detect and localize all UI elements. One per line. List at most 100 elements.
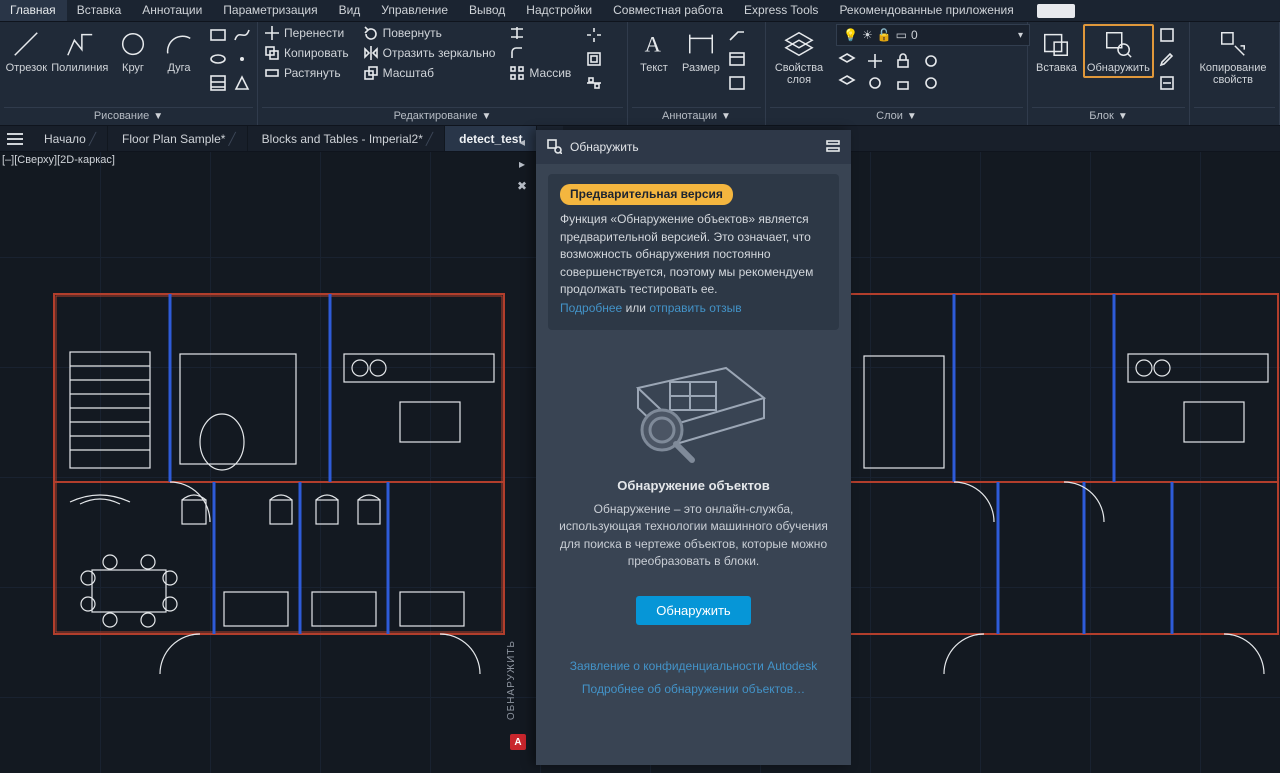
doc-tab-floorplan[interactable]: Floor Plan Sample*╱ [108, 126, 248, 151]
link-feedback[interactable]: отправить отзыв [649, 301, 741, 315]
menu-tab-parametric[interactable]: Параметризация [213, 0, 328, 21]
tool-align-small[interactable] [583, 72, 605, 94]
hamburger-icon[interactable] [0, 126, 30, 151]
detect-description: Обнаружение – это онлайн-служба, использ… [536, 501, 851, 571]
detect-run-button[interactable]: Обнаружить [636, 596, 750, 625]
fillet-icon [509, 45, 525, 61]
tool-circle-label: Круг [122, 62, 144, 74]
menu-tab-manage[interactable]: Управление [371, 0, 459, 21]
panel-annot-title: Аннотации [662, 110, 717, 122]
panel-side-badge: A [510, 734, 526, 750]
panel-collapse-right-icon[interactable]: ▸ [514, 156, 530, 172]
layer-on[interactable] [920, 72, 942, 94]
tool-region-small[interactable] [231, 72, 253, 94]
tool-table-small[interactable] [726, 48, 748, 70]
tool-rotate[interactable]: Повернуть [361, 24, 498, 42]
panel-block-title: Блок [1089, 110, 1114, 122]
layer-thaw[interactable] [864, 72, 886, 94]
scale-icon [363, 65, 379, 81]
menu-tab-collab[interactable]: Совместная работа [603, 0, 734, 21]
tool-fillet[interactable] [507, 44, 573, 62]
layer-lock[interactable] [892, 50, 914, 72]
tool-arc-label: Дуга [167, 62, 190, 74]
layer-dropdown[interactable]: 💡 ☀ 🔓 ▭ 0 ▾ [836, 24, 1030, 46]
tool-explode-small[interactable] [583, 24, 605, 46]
copy-icon [264, 45, 280, 61]
panel-draw-title: Рисование [94, 110, 149, 122]
menu-tab-addins[interactable]: Надстройки [516, 0, 603, 21]
tool-offset-small[interactable] [583, 48, 605, 70]
link-more[interactable]: Подробнее [560, 301, 622, 315]
panel-side-label: ОБНАРУЖИТЬ [506, 640, 517, 720]
tool-ellipse-small[interactable] [207, 48, 229, 70]
info-or: или [626, 301, 646, 315]
menu-tab-view[interactable]: Вид [329, 0, 372, 21]
chevron-down-icon[interactable]: ▼ [1118, 111, 1128, 122]
menu-tab-annotate[interactable]: Аннотации [132, 0, 213, 21]
array-icon [509, 65, 525, 81]
detect-icon [546, 138, 562, 157]
tool-spline-small[interactable] [231, 24, 253, 46]
tool-mirror[interactable]: Отразить зеркально [361, 44, 498, 62]
doc-tab-blocks[interactable]: Blocks and Tables - Imperial2*╱ [248, 126, 445, 151]
layer-properties[interactable]: Свойства слоя [770, 24, 828, 86]
panel-props-title [1233, 110, 1236, 122]
tool-line[interactable]: Отрезок [4, 24, 49, 74]
panel-collapse-left-icon[interactable]: ◂ [514, 134, 530, 150]
menu-tab-express[interactable]: Express Tools [734, 0, 829, 21]
brand-icon[interactable] [1037, 4, 1075, 18]
layer-off[interactable] [920, 50, 942, 72]
tool-leader-small[interactable] [726, 24, 748, 46]
link-privacy[interactable]: Заявление о конфиденциальности Autodesk [570, 659, 817, 673]
chevron-down-icon[interactable]: ▼ [721, 111, 731, 122]
menu-tab-insert[interactable]: Вставка [67, 0, 133, 21]
layer-unlock[interactable] [892, 72, 914, 94]
tool-array[interactable]: Массив [507, 64, 573, 82]
chevron-down-icon[interactable]: ▼ [907, 111, 917, 122]
chevron-down-icon[interactable]: ▼ [153, 111, 163, 122]
tool-dimension[interactable]: Размер [678, 24, 724, 74]
tool-move[interactable]: Перенести [262, 24, 351, 42]
block-attr-small[interactable] [1156, 72, 1178, 94]
link-learn[interactable]: Подробнее об обнаружении объектов… [582, 682, 805, 696]
line-icon [10, 28, 42, 60]
tool-point-small[interactable] [231, 48, 253, 70]
tool-scale[interactable]: Масштаб [361, 64, 498, 82]
tool-copy[interactable]: Копировать [262, 44, 351, 62]
tool-mtext-small[interactable] [726, 72, 748, 94]
detect-panel: Обнаружить Предварительная версия Функци… [536, 130, 851, 765]
panel-props: Копирование свойств [1190, 22, 1280, 125]
rotate-icon [363, 25, 379, 41]
block-create-small[interactable] [1156, 24, 1178, 46]
menu-tab-featured[interactable]: Рекомендованные приложения [829, 0, 1024, 21]
tool-polyline[interactable]: Полилиния [51, 24, 109, 74]
dimension-icon [685, 28, 717, 60]
copy-properties[interactable]: Копирование свойств [1194, 24, 1272, 86]
panel-annot: A Текст Размер Аннотации ▼ [628, 22, 766, 125]
tool-circle[interactable]: Круг [111, 24, 155, 74]
settings-icon[interactable] [825, 138, 841, 157]
menu-tab-output[interactable]: Вывод [459, 0, 516, 21]
menu-tab-main[interactable]: Главная [0, 0, 67, 21]
layers-icon [783, 28, 815, 60]
tool-text[interactable]: A Текст [632, 24, 676, 74]
layer-iso[interactable] [836, 50, 858, 72]
trim-icon [509, 25, 525, 41]
chevron-down-icon[interactable]: ▼ [481, 111, 491, 122]
tool-trim[interactable] [507, 24, 573, 42]
block-detect[interactable]: Обнаружить [1083, 24, 1154, 78]
tool-rect-small[interactable] [207, 24, 229, 46]
tool-stretch[interactable]: Растянуть [262, 64, 351, 82]
tool-hatch-small[interactable] [207, 72, 229, 94]
detect-info-text: Функция «Обнаружение объектов» является … [560, 211, 827, 298]
layer-uniso[interactable] [836, 72, 858, 94]
block-edit-small[interactable] [1156, 48, 1178, 70]
panel-pin-icon[interactable]: ✖ [514, 178, 530, 194]
detect-panel-title: Обнаружить [570, 140, 639, 154]
doc-tab-start[interactable]: Начало╱ [30, 126, 108, 151]
chevron-down-icon[interactable]: ▾ [1018, 30, 1023, 41]
layer-freeze[interactable] [864, 50, 886, 72]
block-insert[interactable]: Вставка [1032, 24, 1081, 74]
svg-text:A: A [645, 32, 662, 57]
tool-arc[interactable]: Дуга [157, 24, 201, 74]
